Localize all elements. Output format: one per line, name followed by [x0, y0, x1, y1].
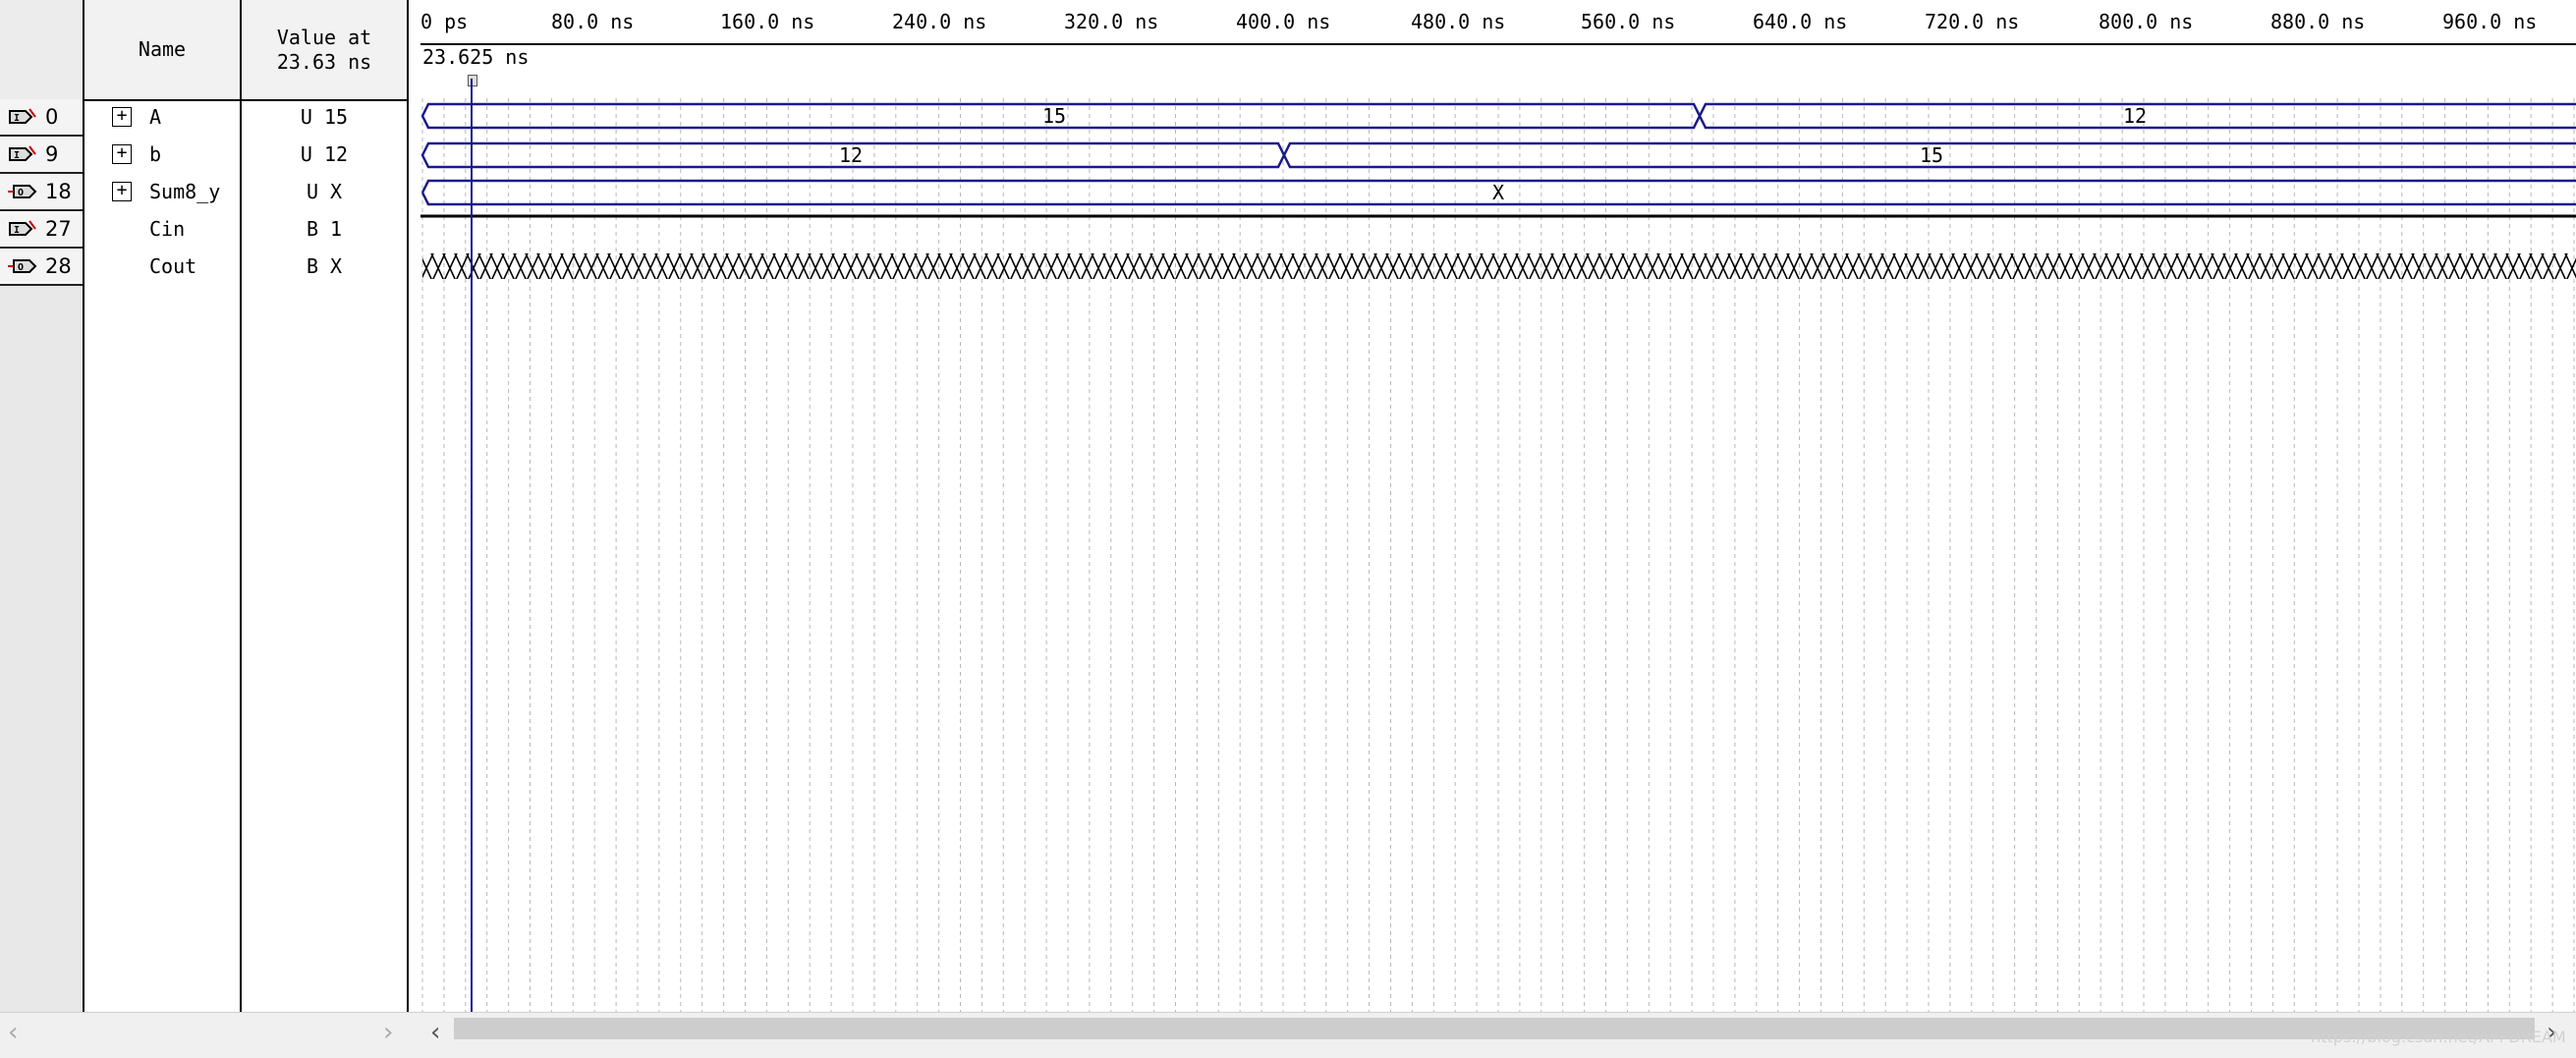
signal-name: A — [149, 105, 162, 129]
signal-value: U 15 — [300, 105, 349, 129]
signal-name: Cout — [149, 254, 197, 278]
signal-value: B 1 — [306, 217, 343, 241]
signal-name: b — [149, 142, 162, 166]
signal-index-row[interactable]: O 28 — [0, 249, 83, 286]
time-grid — [421, 98, 2575, 1012]
signal-index-row[interactable]: I 27 — [0, 211, 83, 249]
signal-index-column: I 0 I 9 O 18 I 27 O 28 — [0, 0, 84, 1012]
input-pin-icon: I — [9, 108, 36, 124]
signal-name-row[interactable]: + Sum8_y — [84, 174, 240, 209]
signal-index: 27 — [45, 217, 72, 241]
signal-name: Cin — [149, 217, 186, 241]
output-pin-icon: O — [8, 185, 37, 198]
svg-text:I: I — [14, 225, 20, 236]
svg-text:I: I — [14, 150, 20, 161]
waveform-value-label: 12 — [839, 143, 863, 167]
expand-icon[interactable]: + — [112, 182, 132, 201]
signal-name: Sum8_y — [149, 180, 221, 203]
left-pane-scroll-left-icon[interactable]: ‹ — [8, 1018, 18, 1047]
name-column-header[interactable]: Name — [84, 0, 240, 101]
signal-index-row[interactable]: I 0 — [0, 99, 83, 137]
input-pin-icon: I — [9, 220, 36, 236]
left-pane-scroll-right-icon[interactable]: › — [383, 1018, 393, 1047]
waveform-panel[interactable]: 0 ps 80.0 ns 160.0 ns 240.0 ns 320.0 ns … — [420, 0, 2576, 1012]
name-header-label: Name — [138, 37, 187, 61]
value-header-line2: 23.63 ns — [276, 49, 372, 74]
wave-scroll-left-icon[interactable]: ‹ — [430, 1018, 440, 1047]
signal-index: 9 — [45, 142, 59, 166]
value-column-header[interactable]: Value at 23.63 ns — [242, 0, 407, 101]
waveform-value-label: 15 — [1920, 143, 1943, 167]
wave-horizontal-scrollbar-thumb[interactable] — [454, 1018, 2535, 1039]
signal-name-row[interactable]: + b — [84, 137, 240, 172]
signal-index: 18 — [45, 180, 72, 203]
waveform-value-label: X — [1492, 181, 1504, 204]
signal-index-row[interactable]: O 18 — [0, 174, 83, 211]
svg-text:O: O — [18, 262, 24, 273]
signal-index: 0 — [45, 105, 59, 129]
waveform-value-label: 15 — [1042, 104, 1066, 128]
watermark: https://blog.csdn.net/APPDREAM — [2311, 1028, 2566, 1046]
waveform-value-label: 12 — [2123, 104, 2147, 128]
signal-name-row[interactable]: Cin — [84, 211, 240, 247]
signal-index-row[interactable]: I 9 — [0, 137, 83, 174]
index-header — [0, 0, 83, 101]
svg-text:O: O — [18, 188, 24, 198]
waveform-Cout[interactable] — [422, 253, 2576, 279]
input-pin-icon: I — [9, 145, 36, 161]
waveform-canvas: 15 12 12 15 X — [420, 79, 2576, 1012]
signal-value: U 12 — [300, 142, 349, 166]
expand-icon[interactable]: + — [112, 107, 132, 127]
output-pin-icon: O — [8, 259, 37, 273]
signal-name-row[interactable]: + A — [84, 99, 240, 135]
signal-name-column: Name + A + b + Sum8_y Cin Cout — [84, 0, 242, 1012]
signal-index: 28 — [45, 254, 72, 278]
value-header-line1: Value at — [276, 25, 372, 49]
svg-text:I: I — [14, 113, 20, 124]
signal-name-row[interactable]: Cout — [84, 249, 240, 284]
signal-value-column: Value at 23.63 ns U 15 U 12 U X B 1 B X — [242, 0, 409, 1012]
expand-icon[interactable]: + — [112, 144, 132, 164]
signal-value: U X — [306, 180, 343, 203]
signal-value: B X — [306, 254, 343, 278]
